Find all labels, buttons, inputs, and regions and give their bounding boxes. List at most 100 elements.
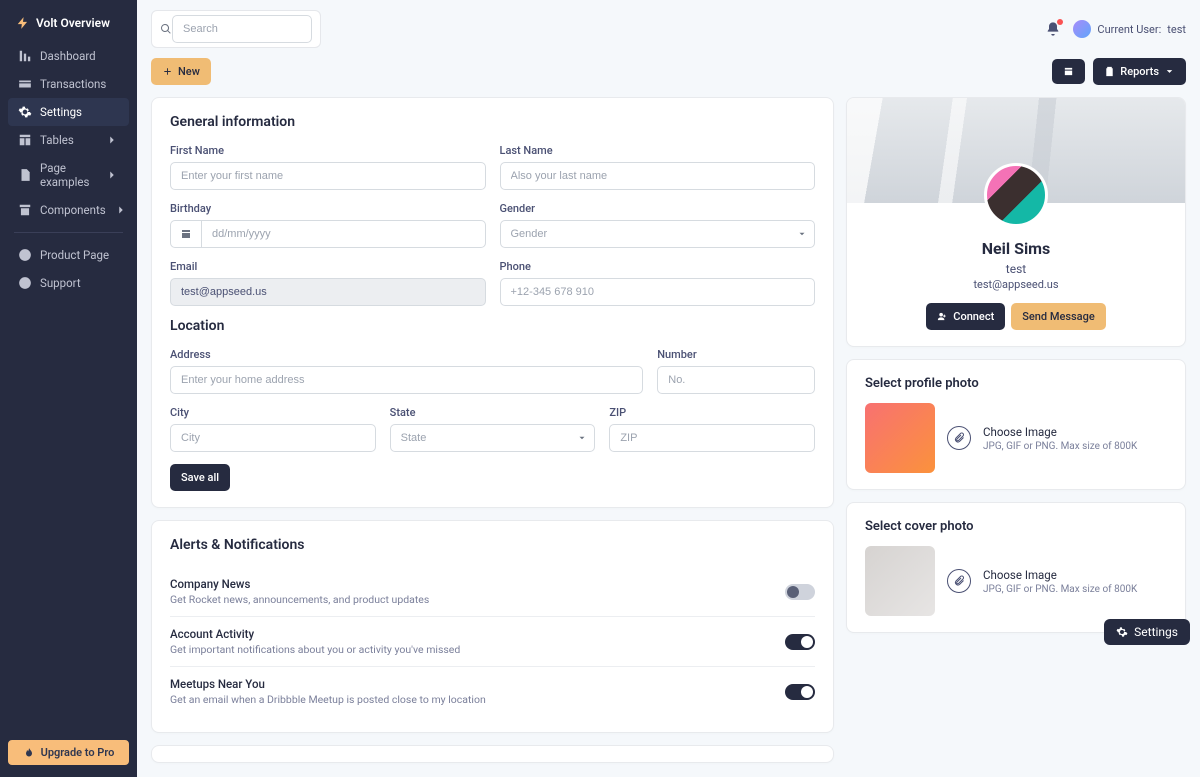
- email-label: Email: [170, 260, 486, 273]
- city-input[interactable]: [170, 424, 376, 452]
- calendar-widget-button[interactable]: [1052, 59, 1085, 84]
- clipboard-icon: [1104, 66, 1115, 77]
- connect-label: Connect: [953, 310, 994, 323]
- alert-title: Company News: [170, 577, 429, 591]
- number-input[interactable]: [657, 366, 815, 394]
- cover-photo-title: Select cover photo: [865, 519, 1167, 534]
- choose-label[interactable]: Choose Image: [983, 425, 1137, 439]
- divider: [14, 232, 123, 233]
- sidebar-item-label: Transactions: [40, 77, 106, 91]
- alert-title: Account Activity: [170, 627, 460, 641]
- attach-button[interactable]: [947, 426, 971, 450]
- sidebar-item-product-page[interactable]: Product Page: [8, 241, 129, 269]
- connect-button[interactable]: Connect: [926, 303, 1005, 330]
- choose-label[interactable]: Choose Image: [983, 568, 1137, 582]
- user-menu[interactable]: Current User: test: [1073, 20, 1186, 38]
- notifications-button[interactable]: [1045, 21, 1061, 37]
- avatar: [984, 163, 1048, 227]
- alert-row-meetups: Meetups Near You Get an email when a Dri…: [170, 667, 815, 716]
- sidebar-item-label: Dashboard: [40, 49, 96, 63]
- alerts-card: Alerts & Notifications Company News Get …: [151, 520, 834, 733]
- upgrade-button[interactable]: Upgrade to Pro: [8, 740, 129, 765]
- birthday-input[interactable]: [201, 220, 486, 248]
- first-name-label: First Name: [170, 144, 486, 157]
- profile-email: test@appseed.us: [863, 278, 1169, 291]
- table-icon: [18, 133, 32, 147]
- choose-hint: JPG, GIF or PNG. Max size of 800K: [983, 584, 1137, 595]
- birthday-label: Birthday: [170, 202, 486, 215]
- sidebar-item-support[interactable]: Support: [8, 269, 129, 297]
- gender-select[interactable]: [500, 220, 816, 248]
- sidebar-item-settings[interactable]: Settings: [8, 98, 129, 126]
- topbar: Current User: test: [137, 0, 1200, 54]
- upgrade-label: Upgrade to Pro: [41, 746, 115, 759]
- last-name-input[interactable]: [500, 162, 816, 190]
- user-plus-icon: [937, 311, 948, 322]
- save-all-label: Save all: [181, 471, 219, 484]
- search-icon: [160, 23, 172, 35]
- profile-role: test: [863, 262, 1169, 276]
- toggle-company-news[interactable]: [785, 584, 815, 600]
- fab-label: Settings: [1134, 625, 1178, 639]
- new-button[interactable]: New: [151, 58, 211, 85]
- sidebar-item-label: Components: [40, 203, 106, 217]
- cover-photo-thumb: [865, 546, 935, 616]
- phone-input[interactable]: [500, 278, 816, 306]
- gear-icon: [1116, 626, 1128, 638]
- sidebar-item-transactions[interactable]: Transactions: [8, 70, 129, 98]
- general-title: General information: [170, 114, 815, 130]
- search-box[interactable]: [151, 10, 321, 48]
- address-input[interactable]: [170, 366, 643, 394]
- cover-photo-card: Select cover photo Choose Image JPG, GIF…: [846, 502, 1186, 633]
- brand[interactable]: Volt Overview: [8, 12, 129, 42]
- avatar: [1073, 20, 1091, 38]
- alert-desc: Get important notifications about you or…: [170, 643, 460, 656]
- sidebar-item-page-examples[interactable]: Page examples: [8, 154, 129, 196]
- paperclip-icon: [953, 575, 965, 587]
- settings-fab[interactable]: Settings: [1104, 619, 1190, 645]
- page-icon: [18, 168, 32, 182]
- sidebar: Volt Overview Dashboard Transactions Set…: [0, 0, 137, 777]
- location-title: Location: [170, 318, 815, 334]
- sidebar-item-dashboard[interactable]: Dashboard: [8, 42, 129, 70]
- first-name-input[interactable]: [170, 162, 486, 190]
- address-label: Address: [170, 348, 643, 361]
- card-icon: [18, 77, 32, 91]
- plus-icon: [18, 276, 32, 290]
- lightning-icon: [16, 16, 30, 30]
- user-name: test: [1167, 23, 1186, 36]
- reports-label: Reports: [1120, 65, 1159, 78]
- sidebar-item-components[interactable]: Components: [8, 196, 129, 224]
- zip-label: ZIP: [609, 406, 815, 419]
- calendar-icon: [1063, 66, 1074, 77]
- state-select[interactable]: [390, 424, 596, 452]
- search-input[interactable]: [172, 15, 312, 43]
- chevron-right-icon: [114, 203, 128, 217]
- toggle-meetups[interactable]: [785, 684, 815, 700]
- chevron-down-icon: [1164, 66, 1175, 77]
- toggle-account-activity[interactable]: [785, 634, 815, 650]
- state-label: State: [390, 406, 596, 419]
- alert-title: Meetups Near You: [170, 677, 486, 691]
- send-message-button[interactable]: Send Message: [1011, 303, 1106, 330]
- calendar-icon: [180, 228, 192, 240]
- email-input[interactable]: [170, 278, 486, 306]
- save-all-button[interactable]: Save all: [170, 464, 230, 491]
- chevron-right-icon: [105, 168, 119, 182]
- attach-button[interactable]: [947, 569, 971, 593]
- sidebar-item-tables[interactable]: Tables: [8, 126, 129, 154]
- gear-icon: [18, 105, 32, 119]
- choose-hint: JPG, GIF or PNG. Max size of 800K: [983, 441, 1137, 452]
- new-label: New: [178, 65, 200, 78]
- number-label: Number: [657, 348, 815, 361]
- reports-button[interactable]: Reports: [1093, 58, 1186, 85]
- profile-photo-thumb: [865, 403, 935, 473]
- archive-icon: [18, 203, 32, 217]
- alerts-title: Alerts & Notifications: [170, 537, 815, 553]
- profile-name: Neil Sims: [863, 239, 1169, 258]
- plus-icon: [162, 66, 173, 77]
- chevron-right-icon: [105, 133, 119, 147]
- zip-input[interactable]: [609, 424, 815, 452]
- sidebar-item-label: Page examples: [40, 161, 97, 189]
- paperclip-icon: [953, 432, 965, 444]
